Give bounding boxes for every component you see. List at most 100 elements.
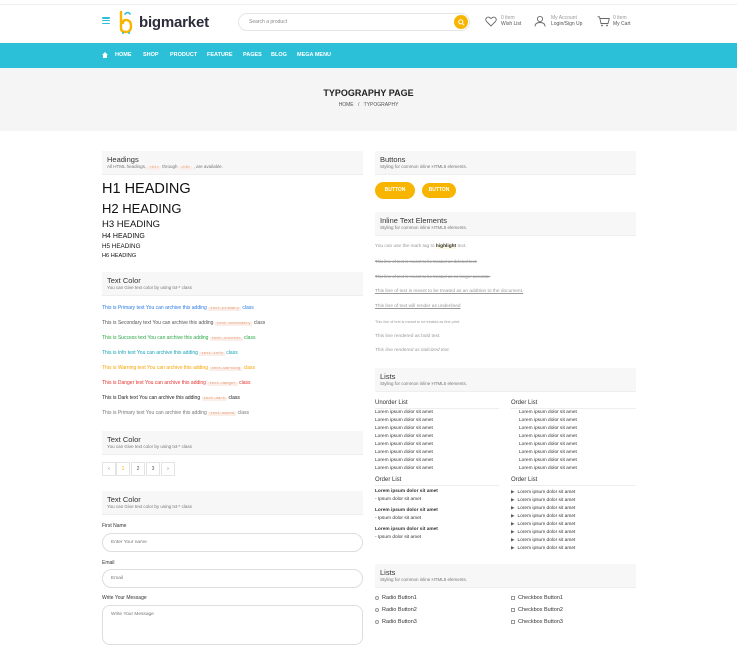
checkbox-icon[interactable] (511, 595, 515, 600)
text-color-line: This is Danger text You can archive this… (102, 380, 251, 386)
radio-icon[interactable] (375, 619, 379, 624)
h3-heading: H3 HEADING (102, 219, 161, 230)
order-list-item: Lorem ipsum dolor sit amet (519, 466, 577, 471)
unorder-list-item: Lorem ipsum dolor sit amet (375, 418, 433, 423)
buttons-title: Buttons (380, 155, 406, 164)
underline-line: This line of text will render as underli… (375, 304, 461, 309)
nav-product[interactable]: PRODUCT (170, 52, 197, 58)
chevron-right-icon: ▶ (511, 537, 515, 542)
order-list-title: Order List (511, 400, 636, 409)
checkbox[interactable]: Checkbox Button2 (511, 606, 563, 614)
order-list-2-item: Lorem ipsum dolor sit amet (375, 489, 438, 494)
h6-heading: H6 HEADING (102, 253, 137, 259)
email-field[interactable]: Email (102, 569, 363, 588)
button-large[interactable]: BUTTON (375, 182, 415, 199)
inline-box: Inline Text Elements Styling for common … (375, 212, 636, 236)
breadcrumb: HOME / TYPOGRAPHY (0, 102, 737, 108)
order-list-item: Lorem ipsum dolor sit amet (519, 426, 577, 431)
checkbox-icon[interactable] (511, 607, 515, 612)
nav-mega-menu[interactable]: MEGA MENU (297, 52, 331, 58)
checkbox-icon[interactable] (511, 619, 515, 624)
first-name-label: First Name (102, 523, 127, 529)
home-icon[interactable] (102, 52, 108, 58)
pagination-page-3[interactable]: 3 (146, 462, 160, 476)
nav-pages[interactable]: PAGES (243, 52, 262, 58)
chevron-right-icon: ▶ (511, 489, 515, 494)
order-list-2-title: Order List (375, 477, 499, 486)
page-title: TYPOGRAPHY PAGE (323, 88, 414, 98)
form-box: Text Color You can Give text color by us… (102, 491, 363, 515)
order-list-2-subitem: - Ipsum dolor sit amet (375, 516, 422, 521)
chevron-right-icon: ▶ (511, 529, 515, 534)
heart-icon (485, 16, 497, 27)
unorder-list-item: Lorem ipsum dolor sit amet (375, 426, 433, 431)
unorder-list-item: Lorem ipsum dolor sit amet (375, 434, 433, 439)
checkbox[interactable]: Checkbox Button3 (511, 618, 563, 626)
breadcrumb-home[interactable]: HOME (339, 102, 354, 108)
chevron-right-icon: ▶ (511, 505, 515, 510)
headings-box: Headings All HTML headings, <h1> through… (102, 151, 363, 175)
nav-blog[interactable]: BLOG (271, 52, 287, 58)
text-color-line: This is Primary text You can archive thi… (102, 305, 254, 311)
radio-icon[interactable] (375, 595, 379, 600)
order-list-3-item: ▶ Lorem ipsum dolor sit amet (511, 545, 576, 551)
message-field[interactable]: Write Your Message (102, 605, 363, 645)
search-bar[interactable]: Search a product (238, 13, 470, 31)
italic-line: This line rendered as italicized text. (375, 348, 450, 353)
pagination-page-1[interactable]: 1 (116, 462, 130, 476)
cart-icon (597, 16, 610, 27)
radio-icon[interactable] (375, 607, 379, 612)
checkbox[interactable]: Checkbox Button1 (511, 594, 563, 602)
text-color-box: Text Color You can Give text color by us… (102, 272, 363, 296)
order-list-item: Lorem ipsum dolor sit amet (519, 418, 577, 423)
nav-feature[interactable]: FEATURE (207, 52, 233, 58)
logo-text[interactable]: bigmarket (139, 14, 209, 31)
unorder-list-item: Lorem ipsum dolor sit amet (375, 450, 433, 455)
first-name-field[interactable]: Enter Your name (102, 533, 363, 552)
unorder-list-title: Unorder List (375, 400, 499, 409)
text-color-line: This is Secondary text You can archive t… (102, 320, 266, 326)
lists-2-subtitle: Styling for common inline HTML5 elements… (380, 577, 468, 582)
pagination-prev[interactable]: ‹ (102, 462, 116, 476)
breadcrumb-current: TYPOGRAPHY (363, 102, 399, 108)
radio-button[interactable]: Radio Button1 (375, 594, 417, 602)
pagination-page-2[interactable]: 2 (131, 462, 145, 476)
wishlist-label: Wish List (501, 21, 522, 27)
order-list-2-item: Lorem ipsum dolor sit amet (375, 508, 438, 513)
search-input[interactable]: Search a product (249, 19, 287, 25)
radio-button[interactable]: Radio Button2 (375, 606, 417, 614)
text-color-title: Text Color (107, 276, 141, 285)
radio-button[interactable]: Radio Button3 (375, 618, 417, 626)
pagination-next[interactable]: › (161, 462, 175, 476)
search-button[interactable] (454, 15, 468, 29)
unorder-list-item: Lorem ipsum dolor sit amet (375, 442, 433, 447)
menu-icon[interactable] (102, 17, 110, 25)
text-color-subtitle: You can Give text color by using txt-* c… (107, 285, 192, 290)
buttons-box: Buttons Styling for common inline HTML5 … (375, 151, 636, 175)
pagination-subtitle: You can Give text color by using txt-* c… (107, 444, 192, 449)
deleted-line: This line of text is meant to be treated… (375, 259, 477, 264)
order-list-2-subitem: - Ipsum dolor sit amet (375, 497, 422, 502)
nav-home[interactable]: HOME (115, 52, 132, 58)
lists-title: Lists (380, 372, 396, 381)
message-label: Write Your Message (102, 595, 147, 601)
inline-subtitle: Styling for common inline HTML5 elements… (380, 225, 468, 230)
chevron-right-icon: ▶ (511, 521, 515, 526)
mark-line: You can use the mark tag to highlight te… (375, 244, 467, 249)
pagination-title: Text Color (107, 435, 141, 444)
buttons-subtitle: Styling for common inline HTML5 elements… (380, 164, 468, 169)
order-list-2-item: Lorem ipsum dolor sit amet (375, 527, 438, 532)
order-list-item: Lorem ipsum dolor sit amet (519, 442, 577, 447)
text-color-line: This is Warning text You can archive thi… (102, 365, 255, 371)
logo-icon[interactable] (118, 10, 134, 34)
unorder-list-item: Lorem ipsum dolor sit amet (375, 410, 433, 415)
unorder-list-item: Lorem ipsum dolor sit amet (375, 466, 433, 471)
nav-shop[interactable]: SHOP (143, 52, 159, 58)
lists-2-box: Lists Styling for common inline HTML5 el… (375, 564, 636, 588)
breadcrumb-separator: / (357, 102, 360, 108)
search-icon (457, 18, 465, 26)
headings-subtitle: All HTML headings, <h1> through <h6> , a… (107, 164, 223, 170)
inserted-line: This line of text is meant to be treated… (375, 289, 524, 294)
order-list-3-title: Order List (511, 477, 636, 486)
button-small[interactable]: BUTTON (422, 183, 456, 198)
